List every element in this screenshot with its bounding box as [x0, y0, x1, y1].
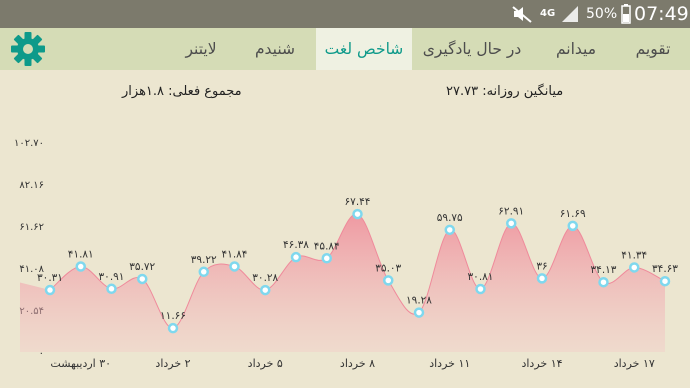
data-label: ۱۱.۶۶	[160, 310, 186, 322]
data-point	[598, 276, 609, 288]
data-label: ۶۱.۶۹	[560, 208, 586, 220]
data-point	[444, 224, 455, 236]
daily-average: میانگین روزانه: ۲۷.۷۳	[446, 84, 564, 99]
tab-calendar[interactable]: تقویم	[622, 28, 684, 70]
tab-word-index[interactable]: شاخص لغت	[316, 28, 412, 70]
x-tick-label: ۸ خرداد	[340, 357, 375, 370]
data-label: ۴۶.۳۸	[283, 239, 309, 251]
y-tick-label: ۸۲.۱۶	[19, 180, 44, 191]
data-point	[106, 283, 117, 295]
data-label: ۴۱.۳۴	[621, 249, 647, 261]
data-point	[260, 284, 271, 296]
signal-icon	[560, 0, 580, 28]
data-label: ۳۰.۸۱	[468, 271, 494, 283]
data-point	[229, 261, 240, 272]
data-point	[413, 307, 425, 318]
clock: 07:49	[634, 3, 689, 25]
data-point	[475, 283, 486, 295]
data-label: ۳۰.۳۱	[37, 272, 63, 284]
tab-leitner[interactable]: لایتنر	[168, 28, 234, 70]
mute-icon	[512, 0, 532, 28]
gear-icon[interactable]	[8, 31, 48, 67]
data-point	[75, 261, 86, 272]
data-point	[167, 322, 179, 334]
network-type: 4G	[540, 8, 556, 19]
data-label: ۳۵.۰۳	[375, 262, 401, 274]
data-label: ۱۹.۲۸	[406, 295, 432, 307]
y-tick-label: ۱۰۲.۷۰	[14, 138, 44, 149]
tab-heard[interactable]: شنیدم	[242, 28, 308, 70]
data-point	[659, 275, 671, 287]
x-tick-label: ۳۰ اردیبهشت	[50, 357, 111, 370]
data-label: ۶۲.۹۱	[498, 205, 524, 217]
chart-area	[20, 213, 665, 352]
tab-learning[interactable]: در حال یادگیری	[416, 28, 528, 70]
data-point	[629, 262, 640, 273]
data-label: ۶۷.۴۴	[345, 196, 371, 208]
data-point	[198, 266, 209, 278]
x-tick-label: ۱۷ خرداد	[614, 357, 655, 370]
word-index-chart: ۰۲۰.۵۴۴۱.۰۸۶۱.۶۲۸۲.۱۶۱۰۲.۷۰ ۳۰.۳۱۴۱.۸۱۳۰…	[14, 138, 678, 370]
data-label: ۳۶	[536, 260, 547, 272]
data-label: ۴۱.۸۱	[68, 249, 94, 261]
data-point	[383, 275, 394, 286]
data-point	[536, 273, 548, 284]
data-point	[352, 208, 363, 220]
tab-known[interactable]: میدانم	[536, 28, 616, 70]
data-point	[137, 273, 148, 285]
battery-percent: 50%	[586, 6, 618, 22]
data-label: ۳۹.۲۲	[191, 254, 217, 266]
x-tick-label: ۵ خرداد	[248, 357, 283, 370]
data-label: ۳۵.۷۲	[129, 261, 155, 273]
data-label: ۳۰.۹۱	[99, 271, 125, 283]
y-tick-label: ۶۱.۶۲	[19, 222, 44, 233]
data-point	[506, 218, 517, 229]
battery-icon	[620, 0, 632, 28]
data-label: ۳۴.۱۳	[591, 264, 617, 276]
data-point	[44, 284, 56, 296]
current-total: مجموع فعلی: ۱.۸هزار	[122, 84, 242, 99]
x-tick-label: ۲ خرداد	[155, 357, 190, 370]
data-label: ۳۰.۲۸	[252, 272, 278, 284]
data-label: ۵۹.۷۵	[437, 212, 463, 224]
app-bar: تقویم میدانم در حال یادگیری شاخص لغت شنی…	[0, 28, 690, 70]
data-point	[567, 220, 578, 232]
x-tick-label: ۱۴ خرداد	[521, 357, 562, 370]
data-label: ۴۵.۸۴	[314, 240, 340, 252]
data-point	[321, 253, 332, 264]
x-tick-label: ۱۱ خرداد	[429, 357, 470, 370]
data-point	[290, 251, 302, 263]
data-label: ۴۱.۸۴	[222, 248, 248, 260]
status-bar: 4G 50% 07:49	[0, 0, 690, 28]
data-label: ۳۴.۶۳	[652, 263, 678, 275]
